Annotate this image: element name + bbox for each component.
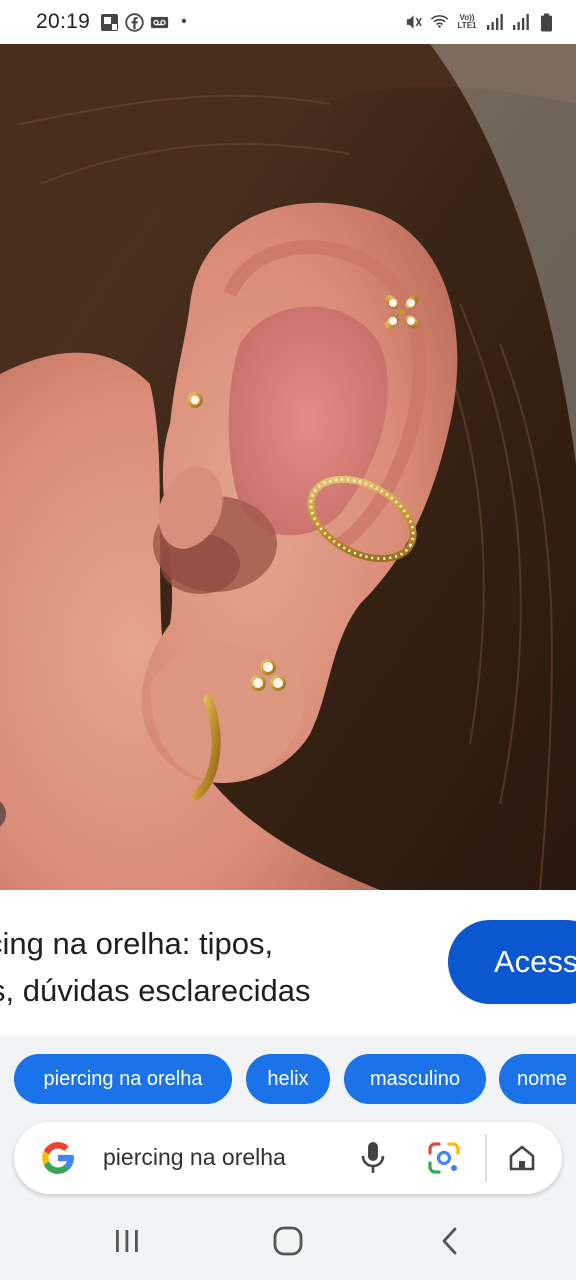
mute-icon	[404, 13, 423, 32]
status-bar: 20:19 • Vo)) LTE1	[0, 0, 576, 44]
related-searches-chips: piercing na orelha helix masculino nome	[0, 1035, 576, 1122]
result-title[interactable]: cing na orelha: tipos, s, dúvidas esclar…	[0, 920, 430, 1020]
result-title-line-1[interactable]: cing na orelha: tipos,	[0, 920, 430, 967]
result-image[interactable]	[0, 44, 576, 890]
signal-icon-2	[511, 13, 530, 32]
recent-apps-icon[interactable]	[107, 1224, 147, 1258]
result-title-line-2[interactable]: s, dúvidas esclarecidas	[0, 967, 430, 1014]
voicemail-icon	[150, 13, 169, 32]
chip-piercing-na-orelha[interactable]: piercing na orelha	[14, 1054, 232, 1104]
chip-helix[interactable]: helix	[246, 1054, 330, 1104]
search-divider	[485, 1134, 487, 1182]
ear-photo-illustration	[0, 44, 576, 890]
status-right-icons: Vo)) LTE1	[404, 13, 556, 32]
battery-icon	[537, 13, 556, 32]
chip-nome[interactable]: nome	[499, 1054, 576, 1104]
microphone-icon[interactable]	[359, 1139, 387, 1177]
signal-icon	[485, 13, 504, 32]
wifi-icon	[430, 13, 449, 32]
search-bar[interactable]: piercing na orelha	[14, 1122, 562, 1194]
visit-button[interactable]: Acess	[448, 920, 576, 1004]
google-g-logo-icon[interactable]	[39, 1139, 77, 1177]
facebook-icon	[125, 12, 144, 32]
system-navigation-bar	[0, 1200, 576, 1280]
status-left-icons: •	[100, 12, 187, 32]
home-nav-icon[interactable]	[268, 1224, 308, 1258]
search-area: piercing na orelha	[0, 1122, 576, 1200]
chip-masculino[interactable]: masculino	[344, 1054, 486, 1104]
google-lens-icon[interactable]	[427, 1141, 461, 1175]
status-dot: •	[181, 13, 187, 30]
home-icon[interactable]	[507, 1143, 537, 1173]
back-icon[interactable]	[430, 1224, 470, 1258]
result-info-panel: cing na orelha: tipos, s, dúvidas esclar…	[0, 890, 576, 1035]
status-time: 20:19	[36, 10, 91, 33]
volte-icon: Vo)) LTE1	[457, 13, 477, 30]
search-input[interactable]: piercing na orelha	[103, 1144, 286, 1171]
message-notification-icon	[100, 13, 119, 32]
